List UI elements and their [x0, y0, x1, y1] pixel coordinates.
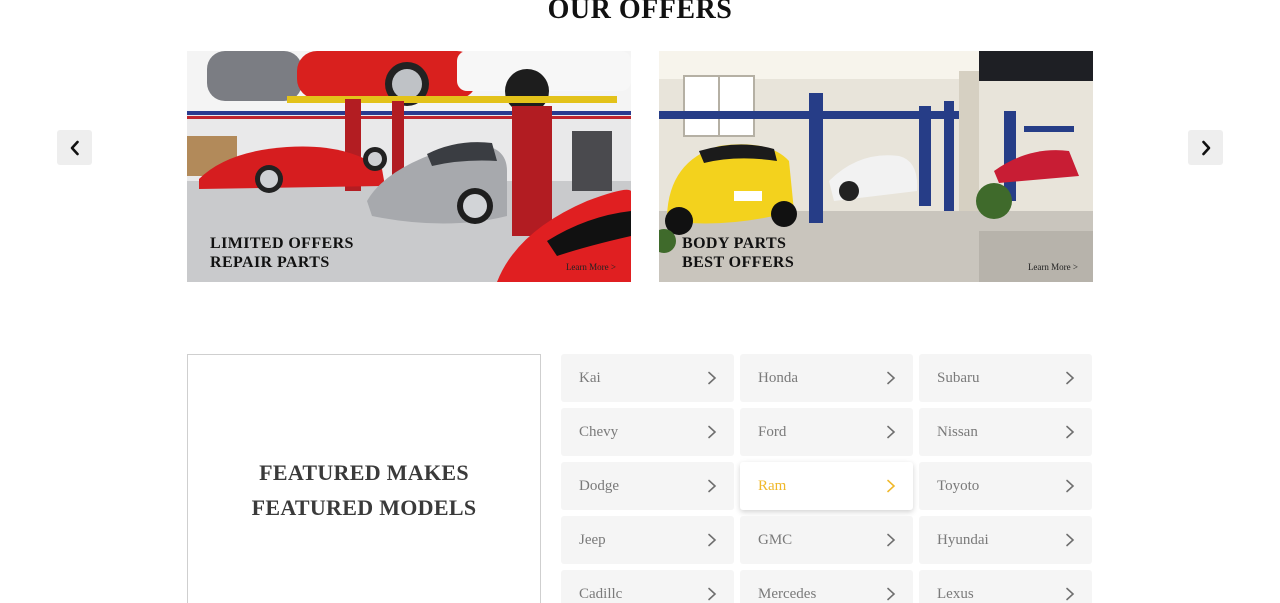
make-tile-gmc[interactable]: GMC — [740, 516, 913, 564]
make-tile-ford[interactable]: Ford — [740, 408, 913, 456]
chevron-left-icon — [70, 140, 79, 155]
make-tile-lexus[interactable]: Lexus — [919, 570, 1092, 603]
make-tile-dodge[interactable]: Dodge — [561, 462, 734, 510]
make-label: Nissan — [937, 423, 978, 440]
offer-title-line1: BODY PARTS — [682, 235, 787, 252]
make-tile-chevy[interactable]: Chevy — [561, 408, 734, 456]
chevron-right-icon — [887, 587, 896, 601]
featured-models-label: FEATURED MODELS — [251, 495, 477, 520]
offers-page: OUR OFFERS LIMITED OFFERS REPAIR PARTS L… — [0, 0, 1280, 603]
make-label: Ford — [758, 423, 787, 440]
make-tile-mercedes[interactable]: Mercedes — [740, 570, 913, 603]
chevron-right-icon — [708, 425, 717, 439]
make-tile-subaru[interactable]: Subaru — [919, 354, 1092, 402]
offer-title-line2: REPAIR PARTS — [210, 254, 330, 271]
featured-heading: FEATURED MAKES FEATURED MODELS — [188, 455, 540, 525]
make-tile-toyoto[interactable]: Toyoto — [919, 462, 1092, 510]
offer-title-line1: LIMITED OFFERS — [210, 235, 354, 252]
chevron-right-icon — [1066, 371, 1075, 385]
make-label: Dodge — [579, 477, 619, 494]
make-tile-ram[interactable]: Ram — [740, 462, 913, 510]
make-tile-jeep[interactable]: Jeep — [561, 516, 734, 564]
make-label: Honda — [758, 369, 798, 386]
offer-card-body-parts[interactable]: BODY PARTS BEST OFFERS Learn More > — [659, 51, 1093, 282]
chevron-right-icon — [1066, 587, 1075, 601]
make-tile-nissan[interactable]: Nissan — [919, 408, 1092, 456]
chevron-right-icon — [708, 371, 717, 385]
make-tile-hyundai[interactable]: Hyundai — [919, 516, 1092, 564]
make-label: Cadillc — [579, 585, 623, 602]
offer-title-line2: BEST OFFERS — [682, 254, 795, 271]
featured-box: FEATURED MAKES FEATURED MODELS — [187, 354, 541, 603]
offer-card-repair-parts[interactable]: LIMITED OFFERS REPAIR PARTS Learn More > — [187, 51, 631, 282]
chevron-right-icon — [708, 479, 717, 493]
chevron-right-icon — [708, 587, 717, 601]
make-tile-honda[interactable]: Honda — [740, 354, 913, 402]
make-label: Ram — [758, 477, 787, 494]
chevron-right-icon — [708, 533, 717, 547]
make-label: Kai — [579, 369, 601, 386]
chevron-right-icon — [1201, 140, 1210, 155]
make-label: Mercedes — [758, 585, 817, 602]
carousel-prev-button[interactable] — [57, 130, 92, 165]
chevron-right-icon — [887, 533, 896, 547]
chevron-right-icon — [887, 479, 896, 493]
section-title: OUR OFFERS — [547, 0, 733, 25]
make-label: Lexus — [937, 585, 974, 602]
offer-caption: LIMITED OFFERS REPAIR PARTS — [210, 234, 354, 272]
chevron-right-icon — [1066, 533, 1075, 547]
chevron-right-icon — [1066, 479, 1075, 493]
make-tile-cadillc[interactable]: Cadillc — [561, 570, 734, 603]
make-tile-kai[interactable]: Kai — [561, 354, 734, 402]
learn-more-link[interactable]: Learn More > — [1028, 262, 1078, 272]
make-label: Subaru — [937, 369, 980, 386]
make-label: Hyundai — [937, 531, 989, 548]
learn-more-link[interactable]: Learn More > — [566, 262, 616, 272]
make-label: Toyoto — [937, 477, 980, 494]
featured-makes-label: FEATURED MAKES — [259, 460, 469, 485]
offer-caption: BODY PARTS BEST OFFERS — [682, 234, 794, 272]
make-label: Jeep — [579, 531, 606, 548]
make-label: GMC — [758, 531, 793, 548]
chevron-right-icon — [887, 425, 896, 439]
carousel-next-button[interactable] — [1188, 130, 1223, 165]
make-label: Chevy — [579, 423, 619, 440]
chevron-right-icon — [1066, 425, 1075, 439]
chevron-right-icon — [887, 371, 896, 385]
